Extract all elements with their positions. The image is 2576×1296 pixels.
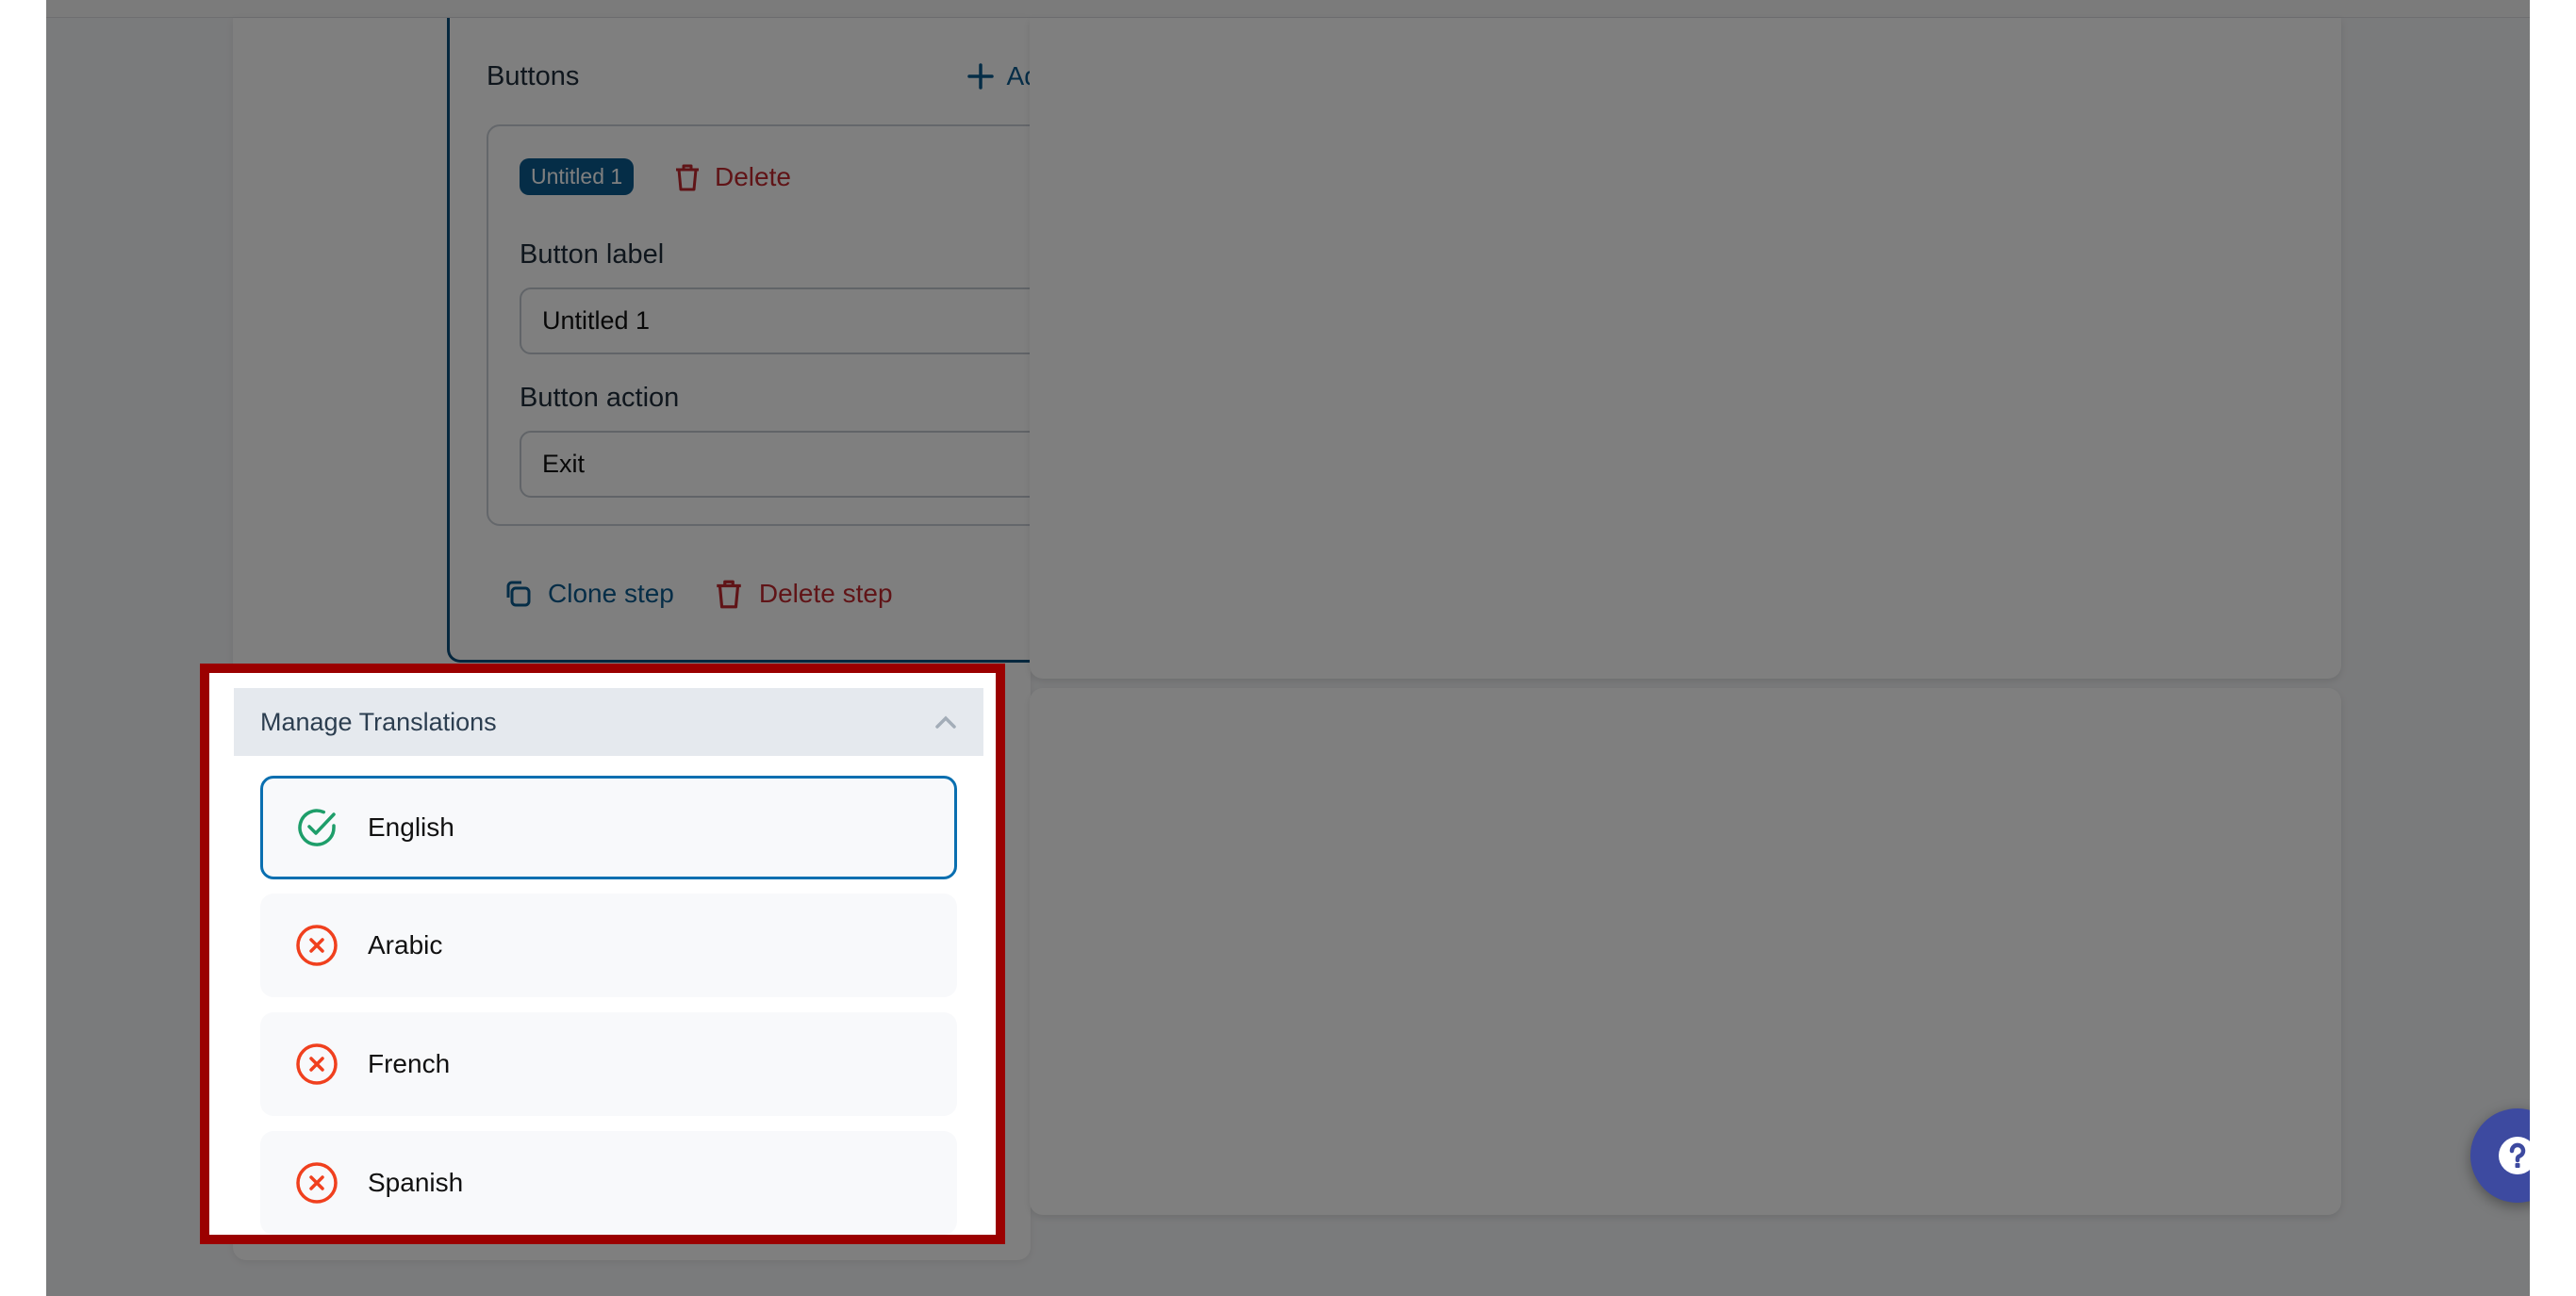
button-label-field-label: Button label <box>520 239 665 270</box>
x-circle-icon <box>296 1043 338 1085</box>
manage-translations-header[interactable]: Manage Translations <box>234 688 983 756</box>
delete-step-button[interactable]: Delete step <box>714 578 893 610</box>
button-name-badge: Untitled 1 <box>520 158 635 195</box>
clone-step-label: Clone step <box>548 579 674 608</box>
language-item-english[interactable]: English <box>260 776 957 879</box>
plus-icon <box>966 63 994 90</box>
delete-step-label: Delete step <box>758 579 893 608</box>
x-circle-icon <box>296 1162 338 1204</box>
translations-highlight: Manage Translations English Arabic Frenc… <box>200 664 1005 1244</box>
step-actions: Clone step Delete step <box>503 578 893 610</box>
manage-translations-title: Manage Translations <box>260 707 497 736</box>
button-item-card: Untitled 1 Delete Button label Untitled … <box>487 124 1111 526</box>
buttons-section-title: Buttons <box>487 61 580 91</box>
language-name: Arabic <box>368 930 443 960</box>
check-circle-icon <box>298 809 336 846</box>
language-name: Spanish <box>368 1168 464 1197</box>
secondary-preview-panel <box>1030 688 2341 1215</box>
button-action-value: Exit <box>542 450 586 478</box>
page-edge <box>2530 0 2576 1296</box>
chevron-up-icon <box>935 715 956 729</box>
language-item-spanish[interactable]: Spanish <box>260 1131 957 1235</box>
button-action-field-label: Button action <box>520 383 680 413</box>
button-label-input[interactable]: Untitled 1 <box>520 287 1080 354</box>
top-bar <box>46 0 2530 18</box>
manage-translations-panel: Manage Translations English Arabic Frenc… <box>234 688 983 1235</box>
language-item-french[interactable]: French <box>260 1012 957 1116</box>
button-label-input-value: Untitled 1 <box>542 306 651 335</box>
delete-label: Delete <box>715 161 791 191</box>
language-name: English <box>368 812 454 842</box>
x-circle-icon <box>296 925 338 966</box>
language-item-arabic[interactable]: Arabic <box>260 894 957 997</box>
preview-panel <box>1030 18 2341 679</box>
trash-icon <box>676 164 699 190</box>
language-name: French <box>368 1049 451 1078</box>
trash-icon <box>717 580 741 609</box>
clone-step-button[interactable]: Clone step <box>503 578 674 610</box>
button-action-select[interactable]: Exit <box>520 431 1080 498</box>
copy-icon <box>506 581 531 607</box>
delete-button-link[interactable]: Delete <box>673 158 791 195</box>
